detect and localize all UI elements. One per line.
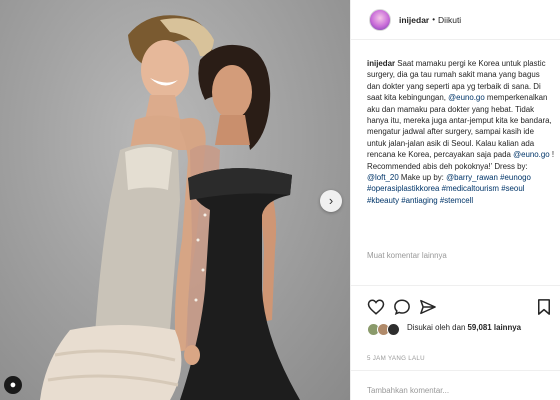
bookmark-icon[interactable]	[535, 298, 553, 316]
follow-status-button[interactable]: Diikuti	[438, 15, 461, 25]
photo-illustration	[40, 15, 300, 400]
mention-link[interactable]: @euno.go	[513, 150, 550, 159]
likes-summary: Disukai oleh dan 59,081 lainnya	[367, 322, 557, 336]
mention-link[interactable]: @euno.go	[448, 93, 485, 102]
likes-prefix: Disukai oleh	[407, 323, 450, 332]
chevron-right-icon[interactable]: ›	[320, 190, 342, 212]
likes-middle: dan	[449, 323, 468, 332]
separator-dot: •	[432, 15, 436, 24]
user-tag-icon[interactable]: ●	[4, 376, 22, 394]
avatar[interactable]	[387, 323, 400, 336]
action-bar	[351, 285, 560, 317]
heart-icon[interactable]	[367, 298, 385, 316]
avatar[interactable]	[369, 8, 391, 31]
share-icon[interactable]	[419, 298, 437, 316]
mention-link[interactable]: @loft_20	[367, 173, 399, 182]
load-more-comments-link[interactable]: Muat komentar lainnya	[367, 251, 447, 260]
post-caption: inijedar Saat mamaku pergi ke Korea untu…	[367, 58, 555, 206]
likes-text: Disukai oleh dan 59,081 lainnya	[407, 322, 521, 333]
post-header: inijedar • Diikuti	[351, 0, 560, 40]
comment-form	[351, 370, 560, 400]
mention-link[interactable]: @barry_rawan	[446, 173, 498, 182]
header-username[interactable]: inijedar	[399, 15, 429, 25]
caption-username[interactable]: inijedar	[367, 59, 395, 68]
post-timestamp[interactable]: 5 JAM YANG LALU	[367, 355, 425, 362]
comment-icon[interactable]	[393, 298, 411, 316]
post-photo[interactable]: › ●	[0, 0, 350, 400]
caption-text: Make up by:	[398, 173, 447, 183]
post-sidebar: inijedar • Diikuti inijedar Saat mamaku …	[350, 0, 560, 400]
likes-count-link[interactable]: 59,081 lainnya	[468, 323, 522, 332]
comment-input[interactable]	[367, 386, 537, 395]
liker-avatars[interactable]	[367, 323, 400, 336]
